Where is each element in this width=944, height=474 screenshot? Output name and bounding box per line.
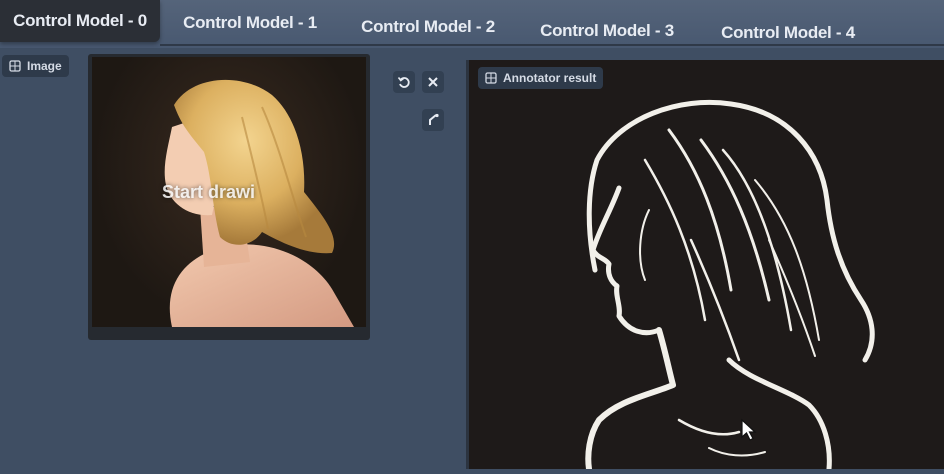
brush-icon bbox=[429, 113, 439, 125]
tab-control-model-4[interactable]: Control Model - 4 bbox=[710, 12, 866, 54]
image-icon bbox=[485, 72, 497, 84]
image-icon bbox=[9, 60, 21, 72]
annotator-result-panel bbox=[466, 60, 944, 472]
tab-underline bbox=[160, 44, 944, 46]
annotator-sketch bbox=[585, 99, 875, 472]
mouse-cursor-icon bbox=[741, 418, 757, 441]
annotator-panel-label: Annotator result bbox=[478, 67, 604, 89]
image-panel-label: Image bbox=[2, 55, 69, 77]
image-label-text: Image bbox=[27, 59, 62, 73]
clear-button[interactable] bbox=[422, 71, 444, 93]
tab-control-model-0[interactable]: Control Model - 0 bbox=[0, 0, 160, 42]
undo-icon bbox=[397, 77, 410, 88]
reset-button[interactable] bbox=[393, 71, 415, 93]
close-icon bbox=[428, 77, 438, 87]
start-drawing-overlay: Start drawi bbox=[162, 182, 256, 202]
tab-control-model-1[interactable]: Control Model - 1 bbox=[172, 2, 328, 44]
tab-control-model-2[interactable]: Control Model - 2 bbox=[352, 6, 504, 48]
brush-button[interactable] bbox=[422, 109, 444, 131]
annotator-label-text: Annotator result bbox=[503, 71, 597, 85]
